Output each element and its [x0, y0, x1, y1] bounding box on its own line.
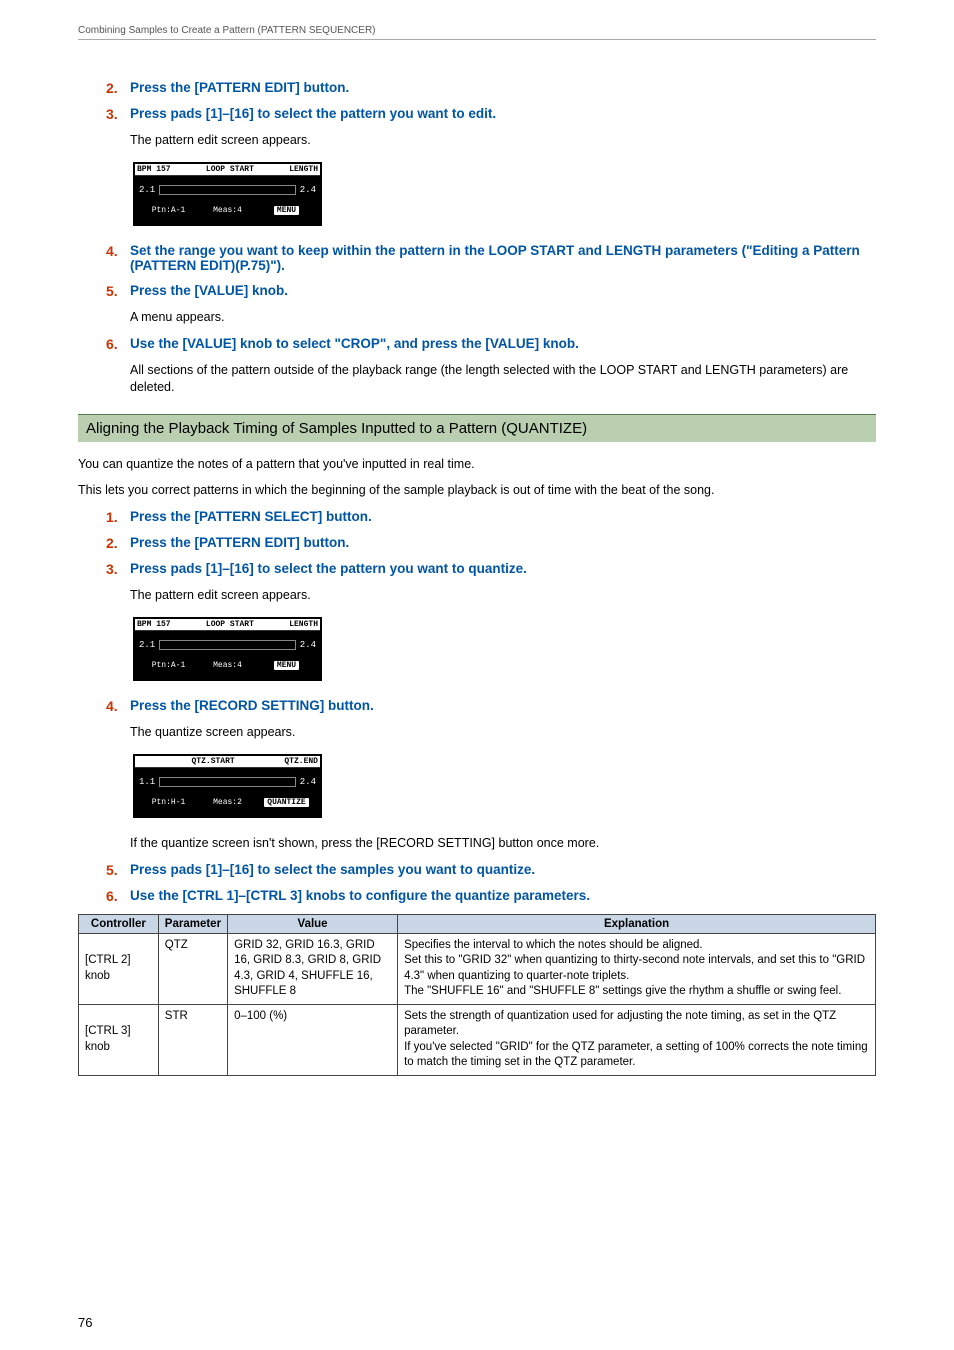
lcd2-menu: MENU — [274, 661, 299, 670]
step-6b: 6. Use the [CTRL 1]–[CTRL 3] knobs to co… — [106, 888, 876, 904]
step-num: 5. — [106, 283, 130, 299]
cell-value: 0–100 (%) — [228, 1004, 398, 1075]
th-value: Value — [228, 914, 398, 933]
step-num: 4. — [106, 243, 130, 273]
lcd2-meas: Meas:4 — [198, 661, 257, 670]
step5a-body: A menu appears. — [130, 309, 876, 326]
intro2: This lets you correct patterns in which … — [78, 482, 876, 499]
section-quantize: Aligning the Playback Timing of Samples … — [78, 414, 876, 442]
step-1b: 1. Press the [PATTERN SELECT] button. — [106, 509, 876, 525]
lcd3-qtzstart: QTZ.START — [191, 757, 234, 766]
step6a-body: All sections of the pattern outside of t… — [130, 362, 876, 396]
step-5a: 5. Press the [VALUE] knob. — [106, 283, 876, 299]
th-controller: Controller — [79, 914, 159, 933]
step-6a: 6. Use the [VALUE] knob to select "CROP"… — [106, 336, 876, 352]
lcd3-ptn: Ptn:H-1 — [139, 798, 198, 807]
step-text: Press pads [1]–[16] to select the patter… — [130, 106, 876, 122]
th-explanation: Explanation — [398, 914, 876, 933]
cell-param: QTZ — [158, 933, 227, 1004]
step-num: 3. — [106, 106, 130, 122]
step-num: 6. — [106, 888, 130, 904]
lcd2-bpm: BPM 157 — [137, 620, 171, 629]
lcd2: BPM 157 LOOP START LENGTH 2.1 2.4 Ptn:A-… — [130, 614, 325, 684]
lcd1-menu: MENU — [274, 206, 299, 215]
lcd3-meas: Meas:2 — [198, 798, 257, 807]
step4a-pre: Set the range you want to keep within th… — [130, 243, 746, 258]
lcd1-meas: Meas:4 — [198, 206, 257, 215]
table-row: [CTRL 3] knob STR 0–100 (%) Sets the str… — [79, 1004, 876, 1075]
lcd2-left: 2.1 — [139, 640, 155, 650]
step-text: Press the [PATTERN SELECT] button. — [130, 509, 876, 525]
lcd1-caption: The pattern edit screen appears. — [130, 132, 876, 149]
param-table: Controller Parameter Value Explanation [… — [78, 914, 876, 1076]
table-row: [CTRL 2] knob QTZ GRID 32, GRID 16.3, GR… — [79, 933, 876, 1004]
step-text: Press the [PATTERN EDIT] button. — [130, 535, 876, 551]
page-number: 76 — [78, 1315, 92, 1330]
step-num: 3. — [106, 561, 130, 577]
step-text: Set the range you want to keep within th… — [130, 243, 876, 273]
lcd3-left: 1.1 — [139, 777, 155, 787]
step-num: 4. — [106, 698, 130, 714]
step-text: Press the [VALUE] knob. — [130, 283, 876, 299]
lcd1-length: LENGTH — [289, 165, 318, 174]
lcd1-ptn: Ptn:A-1 — [139, 206, 198, 215]
lcd3-right: 2.4 — [300, 777, 316, 787]
step-num: 5. — [106, 862, 130, 878]
lcd3-blank — [137, 757, 142, 766]
lcd1: BPM 157 LOOP START LENGTH 2.1 2.4 Ptn:A-… — [130, 159, 325, 229]
lcd3: QTZ.START QTZ.END 1.1 2.4 Ptn:H-1 Meas:2… — [130, 751, 325, 821]
lcd1-left: 2.1 — [139, 185, 155, 195]
lcd1-loopstart: LOOP START — [206, 165, 254, 174]
lcd2-ptn: Ptn:A-1 — [139, 661, 198, 670]
step-text: Press the [RECORD SETTING] button. — [130, 698, 876, 714]
lcd2-length: LENGTH — [289, 620, 318, 629]
step-2a: 2. Press the [PATTERN EDIT] button. — [106, 80, 876, 96]
lcd3-caption: The quantize screen appears. — [130, 724, 876, 741]
step-num: 1. — [106, 509, 130, 525]
cell-param: STR — [158, 1004, 227, 1075]
step-text: Press pads [1]–[16] to select the sample… — [130, 862, 876, 878]
th-parameter: Parameter — [158, 914, 227, 933]
lcd3-note: If the quantize screen isn't shown, pres… — [130, 835, 876, 852]
step-text: Press pads [1]–[16] to select the patter… — [130, 561, 876, 577]
cell-controller: [CTRL 3] knob — [79, 1004, 159, 1075]
step-num: 6. — [106, 336, 130, 352]
step-num: 2. — [106, 535, 130, 551]
cell-value: GRID 32, GRID 16.3, GRID 16, GRID 8.3, G… — [228, 933, 398, 1004]
step-2b: 2. Press the [PATTERN EDIT] button. — [106, 535, 876, 551]
step-5b: 5. Press pads [1]–[16] to select the sam… — [106, 862, 876, 878]
lcd2-caption: The pattern edit screen appears. — [130, 587, 876, 604]
step-text: Press the [PATTERN EDIT] button. — [130, 80, 876, 96]
cell-expl: Sets the strength of quantization used f… — [398, 1004, 876, 1075]
page-header: Combining Samples to Create a Pattern (P… — [78, 25, 876, 40]
lcd2-loopstart: LOOP START — [206, 620, 254, 629]
cell-controller: [CTRL 2] knob — [79, 933, 159, 1004]
lcd3-qtzend: QTZ.END — [284, 757, 318, 766]
lcd2-right: 2.4 — [300, 640, 316, 650]
step-4b: 4. Press the [RECORD SETTING] button. — [106, 698, 876, 714]
step4a-post: ). — [277, 258, 285, 273]
lcd1-right: 2.4 — [300, 185, 316, 195]
lcd1-bpm: BPM 157 — [137, 165, 171, 174]
lcd3-menu: QUANTIZE — [264, 798, 308, 807]
step-3a: 3. Press pads [1]–[16] to select the pat… — [106, 106, 876, 122]
step-num: 2. — [106, 80, 130, 96]
cell-expl: Specifies the interval to which the note… — [398, 933, 876, 1004]
step-4a: 4. Set the range you want to keep within… — [106, 243, 876, 273]
intro1: You can quantize the notes of a pattern … — [78, 456, 876, 473]
step-text: Use the [VALUE] knob to select "CROP", a… — [130, 336, 876, 352]
step-text: Use the [CTRL 1]–[CTRL 3] knobs to confi… — [130, 888, 876, 904]
step-3b: 3. Press pads [1]–[16] to select the pat… — [106, 561, 876, 577]
